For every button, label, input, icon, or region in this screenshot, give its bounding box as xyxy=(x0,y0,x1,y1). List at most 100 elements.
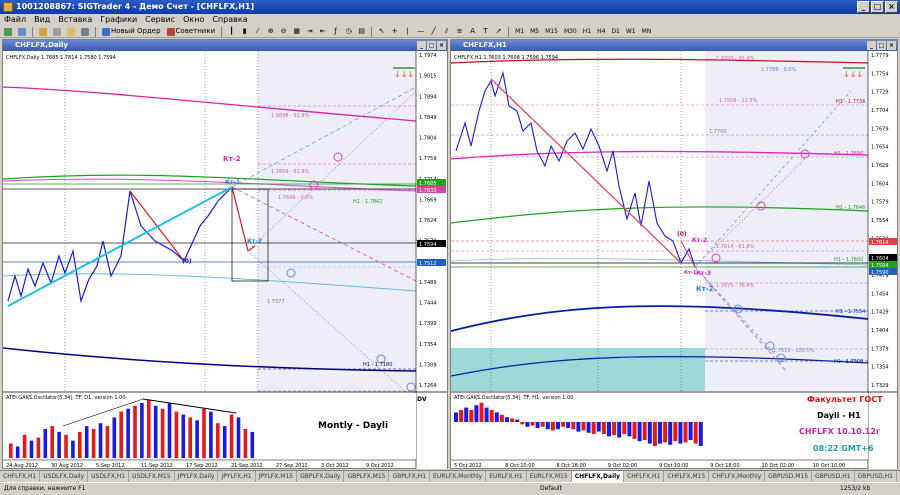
price-badge-4: 1.7590 xyxy=(871,270,889,276)
chart-tab[interactable]: GBPUSD,M15 xyxy=(765,471,813,482)
timeframe-mn[interactable]: MN xyxy=(640,27,654,37)
menu-window[interactable]: Окно xyxy=(183,14,204,26)
crosshair-tool[interactable]: + xyxy=(389,26,400,37)
bar-chart-button[interactable]: ┃ xyxy=(226,26,237,37)
chart-minimize-button[interactable]: _ xyxy=(417,41,426,50)
tile-button[interactable]: ▦ xyxy=(291,26,302,37)
experts-button[interactable]: Советники xyxy=(165,26,218,37)
chart-tab[interactable]: CHFLFX,M15 xyxy=(664,471,710,482)
menu-help[interactable]: Справка xyxy=(212,14,247,26)
label-kt2-top: Кт-2 xyxy=(692,237,707,244)
chart-tab[interactable]: GBPLFX,M15 xyxy=(344,471,390,482)
text-tool[interactable]: A xyxy=(467,26,478,37)
navigator-button[interactable] xyxy=(65,26,77,37)
chart-maximize-button[interactable]: □ xyxy=(427,41,436,50)
date-tick-label: 17 Sep 2012 xyxy=(186,463,218,469)
chart-window-title-bar[interactable]: CHFLFX,H1 _ □ × xyxy=(451,40,897,51)
chart-canvas-daily[interactable]: CHFLFX,Daily 1.7685 1.7814 1.7580 1.7594 xyxy=(3,51,447,469)
timeframe-d1[interactable]: D1 xyxy=(609,27,621,37)
autoscroll-button[interactable]: ⇥ xyxy=(304,26,315,37)
chart-tab[interactable]: GBPLFX,H1 xyxy=(389,471,431,482)
data-window-button[interactable] xyxy=(51,26,63,37)
timeframe-w1[interactable]: W1 xyxy=(624,27,638,37)
minimize-button[interactable]: _ xyxy=(857,1,870,13)
date-tick-label: 8 Oct 18:00 xyxy=(557,463,586,469)
menu-file[interactable]: Файл xyxy=(4,14,26,26)
menu-view[interactable]: Вид xyxy=(34,14,50,26)
trendline-tool[interactable]: ╱ xyxy=(428,26,439,37)
chart-tab[interactable]: USDLFX,H1 xyxy=(88,471,130,482)
chart-tab[interactable]: GBPUSD,H1 xyxy=(812,471,855,482)
zoom-in-button[interactable]: ⊕ xyxy=(265,26,276,37)
fib-top-tag: 1.9898 - 91.9% xyxy=(271,113,310,119)
vline-tool[interactable]: | xyxy=(402,26,413,37)
osc-bar xyxy=(520,422,525,425)
channel-tool[interactable]: ⫽ xyxy=(441,26,452,37)
chart-close-button[interactable]: × xyxy=(437,41,446,50)
chart-tab[interactable]: GBPUSD,H1 xyxy=(855,471,898,482)
date-tick-label: 27 Sep 2012 xyxy=(276,463,308,469)
chart-window-daily[interactable]: CHFLFX,Daily _ □ × CHFLFX,Daily 1.7685 1.7… xyxy=(2,39,448,469)
profiles-button[interactable] xyxy=(16,26,28,37)
osc-bar xyxy=(71,440,75,458)
market-watch-button[interactable] xyxy=(37,26,49,37)
chart-tab[interactable]: USDLFX,M15 xyxy=(129,471,175,482)
date-tick-label: 9 Oct 2012 xyxy=(366,463,394,469)
timeframe-h1[interactable]: H1 xyxy=(581,27,593,37)
chart-tab[interactable]: JPYLFX,H1 xyxy=(218,471,256,482)
chart-minimize-button[interactable]: _ xyxy=(867,41,876,50)
new-order-button[interactable]: Новый Ордер xyxy=(100,26,163,37)
chart-tab[interactable]: CHFLFX,Monthly xyxy=(709,471,766,482)
osc-bar xyxy=(167,402,172,458)
chart-tab[interactable]: CHFLFX,H1 xyxy=(624,471,665,482)
chart-shift-button[interactable]: ⇤ xyxy=(317,26,328,37)
maximize-button[interactable]: □ xyxy=(871,1,884,13)
chart-window-title-bar[interactable]: CHFLFX,Daily _ □ × xyxy=(3,40,447,51)
chart-tab[interactable]: EURLFX,Monthly xyxy=(430,471,487,482)
menu-tools[interactable]: Сервис xyxy=(145,14,175,26)
price-tick-label: 1.7974 xyxy=(419,53,437,59)
candle-chart-button[interactable]: ▮ xyxy=(239,26,250,37)
chart-canvas-h1[interactable]: CHFLFX,H1 1.7603 1.7608 1.7596 1.7594 (0… xyxy=(451,51,897,469)
fibo-tool[interactable]: ≡ xyxy=(454,26,465,37)
chart-tabs: CHFLFX,H1 USDLFX,Daily USDLFX,H1 USDLFX,M15… xyxy=(0,470,900,482)
chart-tab[interactable]: CHFLFX,H1 xyxy=(0,471,41,482)
label-tool[interactable]: T xyxy=(480,26,491,37)
zoom-out-button[interactable]: ⊖ xyxy=(278,26,289,37)
chart-tab[interactable]: GBPLFX,Daily xyxy=(297,471,345,482)
osc-bar xyxy=(22,434,27,458)
cursor-tool[interactable]: ↖ xyxy=(376,26,387,37)
templates-button[interactable]: ▤ xyxy=(356,26,367,37)
price-tick-label: 1.7704 xyxy=(871,108,889,114)
chart-tab[interactable]: EURLFX,H1 xyxy=(486,471,527,482)
chart-close-button[interactable]: × xyxy=(887,41,896,50)
line-chart-button[interactable]: ⁄ xyxy=(252,26,263,37)
indicators-button[interactable]: ƒ xyxy=(330,26,341,37)
hline-tool[interactable]: — xyxy=(415,26,426,37)
chart-tab[interactable]: USDLFX,Daily xyxy=(40,471,89,482)
down-arrows-icon: ↓↓↓ xyxy=(843,70,863,79)
chart-tab[interactable]: JPYLFX,Daily xyxy=(175,471,219,482)
arrow-tool[interactable]: ➚ xyxy=(493,26,504,37)
chart-tab[interactable]: CHFLFX,Daily xyxy=(571,471,625,482)
periods-button[interactable]: ◷ xyxy=(343,26,354,37)
chart-window-h1[interactable]: CHFLFX,H1 _ □ × CHFLFX,H1 1.7603 1.7608 1.… xyxy=(450,39,898,469)
menu-charts[interactable]: Графики xyxy=(100,14,137,26)
chart-maximize-button[interactable]: □ xyxy=(877,41,886,50)
terminal-button[interactable] xyxy=(79,26,91,37)
timeframe-m1[interactable]: M1 xyxy=(513,27,526,37)
osc-dv-label: DV xyxy=(417,396,427,403)
timeframe-h4[interactable]: H4 xyxy=(595,27,607,37)
price-tick-label: 1.7629 xyxy=(871,163,889,169)
menu-insert[interactable]: Вставка xyxy=(58,14,92,26)
osc-bar xyxy=(607,422,611,437)
chart-tab[interactable]: JPYLFX,M15 xyxy=(256,471,298,482)
timeframe-m30[interactable]: M30 xyxy=(562,27,579,37)
timeframe-m5[interactable]: M5 xyxy=(528,27,541,37)
price-tick-label: 1.7554 xyxy=(871,218,889,224)
chart-tab[interactable]: EURLFX,M15 xyxy=(527,471,572,482)
osc-bar xyxy=(160,408,165,458)
timeframe-m15[interactable]: M15 xyxy=(543,27,560,37)
close-button[interactable]: × xyxy=(885,1,898,13)
new-chart-button[interactable] xyxy=(2,26,14,37)
